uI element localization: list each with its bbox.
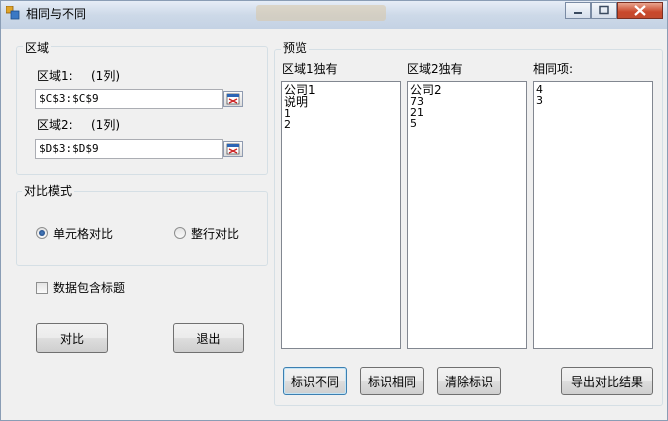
- exit-button[interactable]: 退出: [173, 323, 244, 353]
- list-item[interactable]: 1: [284, 108, 400, 119]
- range2-picker-button[interactable]: [223, 141, 243, 157]
- app-icon: [6, 6, 20, 20]
- header-checkbox[interactable]: [36, 282, 48, 294]
- cell-compare-label[interactable]: 单元格对比: [53, 225, 113, 242]
- range2-input[interactable]: $D$3:$D$9: [35, 139, 223, 159]
- list-item[interactable]: 2: [284, 119, 400, 130]
- range2-label: 区域2:: [37, 118, 73, 132]
- list-item[interactable]: 5: [410, 118, 526, 129]
- list-item[interactable]: 21: [410, 107, 526, 118]
- list-item[interactable]: 4: [536, 84, 652, 95]
- mark-different-button[interactable]: 标识不同: [283, 367, 347, 395]
- range1-picker-button[interactable]: [223, 91, 243, 107]
- title-bar[interactable]: 相同与不同: [1, 1, 667, 29]
- window-title: 相同与不同: [26, 7, 87, 21]
- range-select-icon: [226, 93, 240, 105]
- range1-cols: (1列): [91, 69, 120, 83]
- mark-same-button[interactable]: 标识相同: [360, 367, 424, 395]
- range2-cols: (1列): [91, 118, 120, 132]
- background-taskbar-ghost: [256, 5, 386, 21]
- row-compare-label[interactable]: 整行对比: [191, 225, 239, 242]
- range1-label: 区域1:: [37, 69, 73, 83]
- col2-header: 区域2独有: [407, 62, 463, 76]
- mode-group-title: 对比模式: [22, 182, 75, 199]
- dialog-window: 相同与不同 区域 区域1: (1列) $C$3:$C$9 区域2: (1列) $…: [0, 0, 668, 421]
- list-item[interactable]: 公司2: [410, 84, 526, 96]
- range-select-icon: [226, 143, 240, 155]
- range-group-title: 区域: [23, 39, 52, 56]
- minimize-icon: [574, 12, 582, 14]
- region2-unique-list[interactable]: 公司2 73 21 5: [407, 81, 527, 349]
- list-item[interactable]: 73: [410, 96, 526, 107]
- compare-button[interactable]: 对比: [36, 323, 108, 353]
- clear-marks-button[interactable]: 清除标识: [437, 367, 501, 395]
- col1-header: 区域1独有: [282, 62, 338, 76]
- region1-unique-list[interactable]: 公司1 说明 1 2: [281, 81, 401, 349]
- export-results-button[interactable]: 导出对比结果: [561, 367, 653, 395]
- cell-compare-radio[interactable]: [36, 227, 48, 239]
- common-items-list[interactable]: 4 3: [533, 81, 653, 349]
- list-item[interactable]: 3: [536, 95, 652, 106]
- maximize-icon: [599, 5, 609, 15]
- preview-group-title: 预览: [281, 39, 310, 56]
- list-item[interactable]: 说明: [284, 96, 400, 108]
- col3-header: 相同项:: [533, 62, 574, 76]
- header-checkbox-label[interactable]: 数据包含标题: [53, 279, 125, 296]
- maximize-button[interactable]: [591, 2, 617, 19]
- close-button[interactable]: [617, 2, 663, 19]
- range1-input[interactable]: $C$3:$C$9: [35, 89, 223, 109]
- close-icon: [634, 5, 646, 16]
- minimize-button[interactable]: [565, 2, 591, 19]
- row-compare-radio[interactable]: [174, 227, 186, 239]
